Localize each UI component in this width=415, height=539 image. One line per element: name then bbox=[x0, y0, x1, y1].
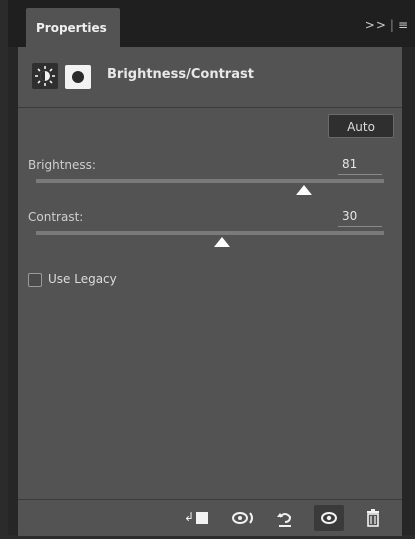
reset-icon[interactable] bbox=[270, 505, 300, 531]
collapse-icon[interactable]: >> bbox=[365, 18, 387, 32]
brightness-contrast-icon-glyph bbox=[35, 66, 55, 86]
panel-menu[interactable]: >> | ≡ bbox=[365, 18, 409, 32]
brightness-slider-track[interactable] bbox=[36, 179, 384, 195]
visibility-eye-icon[interactable] bbox=[314, 505, 344, 531]
visibility-eye-glyph bbox=[321, 512, 337, 524]
view-previous-state-icon[interactable] bbox=[228, 505, 258, 531]
trash-icon[interactable] bbox=[358, 505, 388, 531]
panel-header: Brightness/Contrast bbox=[18, 47, 402, 108]
panel-title: Brightness/Contrast bbox=[107, 67, 254, 82]
properties-panel: Brightness/Contrast Auto Brightness: 81 … bbox=[18, 47, 402, 536]
panel-tab-bar: Properties >> | ≡ bbox=[8, 0, 415, 47]
brightness-label: Brightness: bbox=[28, 158, 96, 172]
contrast-label: Contrast: bbox=[28, 210, 84, 224]
contrast-slider-thumb[interactable] bbox=[213, 237, 230, 247]
trash-glyph bbox=[367, 509, 379, 527]
contrast-slider-track[interactable] bbox=[36, 231, 384, 247]
clip-arrow-icon: ↲ bbox=[184, 510, 195, 524]
tab-properties[interactable]: Properties bbox=[26, 8, 120, 47]
bottom-toolbar: ↲ bbox=[18, 499, 402, 536]
brightness-slider-thumb[interactable] bbox=[295, 185, 312, 195]
use-legacy-label: Use Legacy bbox=[48, 272, 117, 286]
clip-to-layer-icon[interactable]: ↲ bbox=[184, 505, 214, 531]
reset-glyph bbox=[277, 513, 292, 527]
layer-mask-icon[interactable] bbox=[65, 65, 91, 89]
tab-properties-label: Properties bbox=[36, 21, 107, 35]
view-previous-state-glyph bbox=[232, 512, 253, 524]
auto-button[interactable]: Auto bbox=[328, 114, 394, 138]
brightness-contrast-icon[interactable] bbox=[32, 63, 58, 89]
clip-square-icon bbox=[196, 512, 208, 524]
contrast-value-field[interactable]: 30 bbox=[338, 209, 382, 227]
panel-menu-icon[interactable]: ≡ bbox=[398, 18, 409, 32]
use-legacy-checkbox[interactable] bbox=[28, 273, 42, 287]
menu-separator: | bbox=[389, 18, 395, 32]
brightness-value-field[interactable]: 81 bbox=[338, 157, 382, 175]
